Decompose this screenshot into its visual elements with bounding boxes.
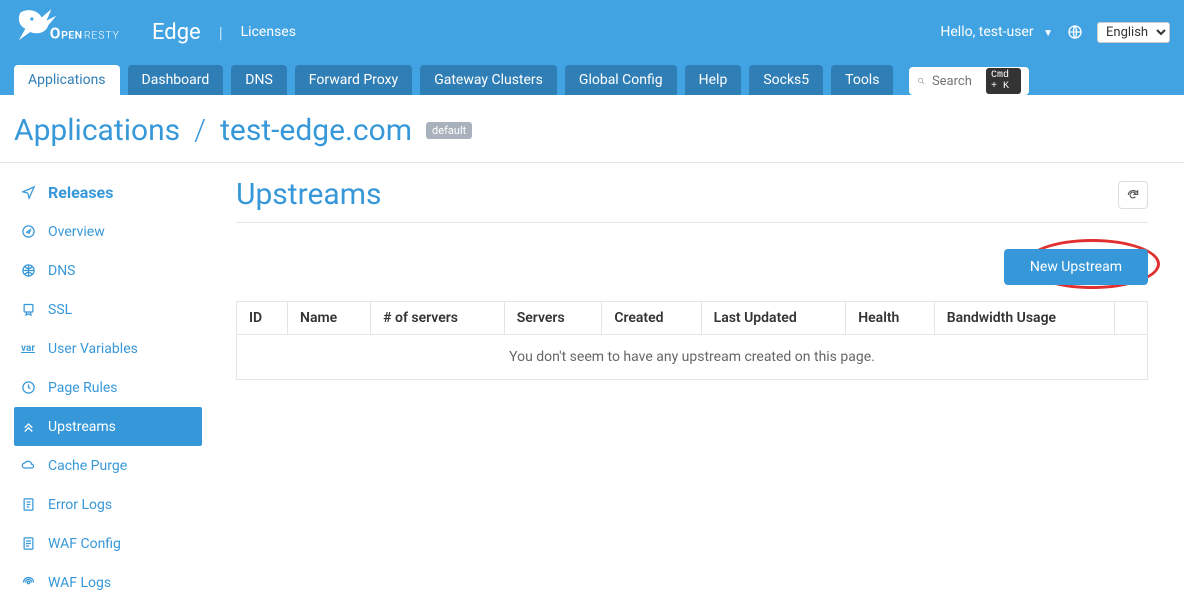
refresh-icon (1126, 188, 1140, 202)
empty-message: You don't seem to have any upstream crea… (237, 335, 1148, 380)
sidebar-item-label: Cache Purge (48, 458, 127, 474)
sidebar-item-label: SSL (48, 302, 72, 318)
search-box[interactable]: Cmd + K (909, 67, 1029, 95)
sidebar-item-label: Page Rules (48, 380, 118, 396)
nav-tab-forward-proxy[interactable]: Forward Proxy (295, 65, 412, 95)
table-header-row: ID Name # of servers Servers Created Las… (237, 302, 1148, 335)
paper-plane-icon (20, 185, 36, 200)
svg-text:RESTY: RESTY (84, 29, 120, 42)
new-upstream-button[interactable]: New Upstream (1004, 249, 1148, 285)
nav-tab-global-config[interactable]: Global Config (565, 65, 677, 95)
sidebar-item-dns[interactable]: DNS (14, 251, 216, 290)
cloud-icon (20, 458, 36, 473)
language-select[interactable]: English (1097, 22, 1170, 43)
col-last-updated: Last Updated (701, 302, 846, 335)
top-header: O PEN RESTY Edge | Licenses Hello, test-… (0, 0, 1184, 64)
sidebar-item-waf-config[interactable]: WAF Config (14, 524, 216, 563)
ripple-icon (20, 575, 36, 590)
sidebar-item-label: Releases (48, 183, 113, 202)
header-divider: | (219, 23, 223, 42)
sidebar-item-ssl[interactable]: SSL (14, 290, 216, 329)
col-servers: Servers (504, 302, 602, 335)
cert-icon (20, 302, 36, 317)
col-actions (1114, 302, 1148, 335)
breadcrumb-current: test-edge.com (220, 113, 412, 148)
sidebar-item-page-rules[interactable]: Page Rules (14, 368, 216, 407)
sidebar-item-error-logs[interactable]: Error Logs (14, 485, 216, 524)
nav-tab-gateway-clusters[interactable]: Gateway Clusters (420, 65, 557, 95)
breadcrumb-sep: / (194, 113, 206, 148)
search-icon (917, 74, 926, 88)
hello-text: Hello, test-user (940, 24, 1033, 40)
globe-icon (1067, 24, 1083, 40)
user-greeting[interactable]: Hello, test-user ▼ (940, 24, 1053, 40)
double-chevron-up-icon (20, 419, 36, 434)
content-area: Upstreams New Upstream ID Name # of serv… (216, 163, 1184, 602)
globe-grid-icon (20, 263, 36, 278)
svg-text:PEN: PEN (61, 29, 82, 42)
refresh-button[interactable] (1118, 181, 1148, 209)
caret-down-icon: ▼ (1043, 28, 1053, 39)
nav-tab-applications[interactable]: Applications (14, 65, 120, 95)
shield-list-icon (20, 536, 36, 551)
sidebar-item-label: Overview (48, 224, 105, 240)
sidebar-item-label: DNS (48, 263, 76, 279)
sidebar-item-user-variables[interactable]: var User Variables (14, 329, 216, 368)
page-title: Upstreams (236, 177, 382, 212)
sidebar-item-releases[interactable]: Releases (14, 173, 216, 212)
sidebar-item-label: Error Logs (48, 497, 112, 513)
nav-tab-socks5[interactable]: Socks5 (749, 65, 823, 95)
licenses-link[interactable]: Licenses (241, 24, 296, 40)
svg-text:O: O (50, 25, 61, 43)
sidebar-item-label: WAF Config (48, 536, 121, 552)
default-badge: default (426, 122, 472, 139)
clock-icon (20, 380, 36, 395)
table-empty-row: You don't seem to have any upstream crea… (237, 335, 1148, 380)
breadcrumb-root[interactable]: Applications (14, 113, 180, 148)
nav-tab-help[interactable]: Help (685, 65, 742, 95)
sidebar-item-label: User Variables (48, 341, 138, 357)
nav-tab-tools[interactable]: Tools (831, 65, 893, 95)
nav-tab-dashboard[interactable]: Dashboard (128, 65, 224, 95)
col-num-servers: # of servers (371, 302, 505, 335)
search-kbd-hint: Cmd + K (986, 68, 1022, 94)
sidebar-item-waf-logs[interactable]: WAF Logs (14, 563, 216, 602)
nav-tabs-row: Applications Dashboard DNS Forward Proxy… (0, 64, 1184, 95)
col-name: Name (288, 302, 371, 335)
sidebar-item-label: WAF Logs (48, 575, 111, 591)
brand-sub-label: Edge (152, 20, 201, 45)
upstreams-table: ID Name # of servers Servers Created Las… (236, 301, 1148, 380)
col-health: Health (846, 302, 934, 335)
breadcrumb: Applications / test-edge.com default (0, 95, 1184, 163)
search-input[interactable] (932, 74, 980, 89)
brand-logo[interactable]: O PEN RESTY Edge (14, 0, 201, 64)
col-bandwidth: Bandwidth Usage (934, 302, 1114, 335)
nav-tab-dns[interactable]: DNS (231, 65, 287, 95)
compass-icon (20, 224, 36, 239)
sidebar-item-label: Upstreams (48, 419, 116, 435)
file-list-icon (20, 497, 36, 512)
col-created: Created (602, 302, 701, 335)
sidebar-item-overview[interactable]: Overview (14, 212, 216, 251)
sidebar-item-upstreams[interactable]: Upstreams (14, 407, 202, 446)
sidebar-item-cache-purge[interactable]: Cache Purge (14, 446, 216, 485)
var-icon: var (20, 343, 36, 354)
sidebar: Releases Overview DNS SSL var User Varia… (0, 163, 216, 602)
col-id: ID (237, 302, 288, 335)
